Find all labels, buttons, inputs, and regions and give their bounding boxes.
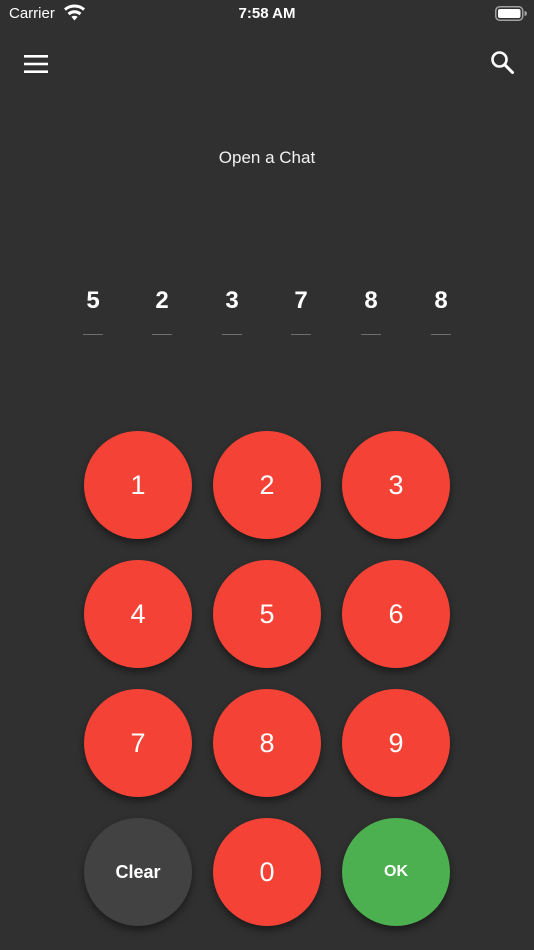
key-0[interactable]: 0 <box>213 818 321 926</box>
code-display: 5 2 3 7 8 8 <box>0 284 534 344</box>
key-9[interactable]: 9 <box>342 689 450 797</box>
key-1[interactable]: 1 <box>84 431 192 539</box>
search-icon <box>491 51 514 74</box>
code-digit: 8 <box>359 284 383 340</box>
code-digit: 5 <box>81 284 105 340</box>
code-digit-underline <box>431 334 451 335</box>
search-button[interactable] <box>482 42 522 82</box>
key-2[interactable]: 2 <box>213 431 321 539</box>
key-8[interactable]: 8 <box>213 689 321 797</box>
code-digit-value: 7 <box>294 287 308 314</box>
code-digit: 8 <box>429 284 453 340</box>
menu-button[interactable] <box>16 44 56 84</box>
code-digit-underline <box>361 334 381 335</box>
menu-icon <box>24 55 48 73</box>
ok-button[interactable]: OK <box>342 818 450 926</box>
keypad: 1 2 3 4 5 6 7 8 9 Clear 0 OK <box>0 0 534 950</box>
code-digit-underline <box>291 334 311 335</box>
code-digit-underline <box>83 334 103 335</box>
code-digit: 3 <box>220 284 244 340</box>
code-digit-underline <box>152 334 172 335</box>
key-3[interactable]: 3 <box>342 431 450 539</box>
code-digit: 2 <box>150 284 174 340</box>
key-7[interactable]: 7 <box>84 689 192 797</box>
key-4[interactable]: 4 <box>84 560 192 668</box>
app-bar <box>0 28 534 96</box>
key-6[interactable]: 6 <box>342 560 450 668</box>
code-digit-value: 8 <box>364 287 378 314</box>
code-digit-value: 5 <box>86 287 100 314</box>
key-5[interactable]: 5 <box>213 560 321 668</box>
code-digit: 7 <box>289 284 313 340</box>
code-digit-value: 2 <box>155 287 169 314</box>
status-bar: Carrier 7:58 AM <box>0 0 534 28</box>
code-digit-value: 8 <box>434 287 448 314</box>
clear-button[interactable]: Clear <box>84 818 192 926</box>
battery-icon <box>495 6 527 21</box>
code-digit-underline <box>222 334 242 335</box>
page-title: Open a Chat <box>218 148 316 167</box>
code-digit-value: 3 <box>225 287 239 314</box>
status-time: 7:58 AM <box>238 5 296 22</box>
